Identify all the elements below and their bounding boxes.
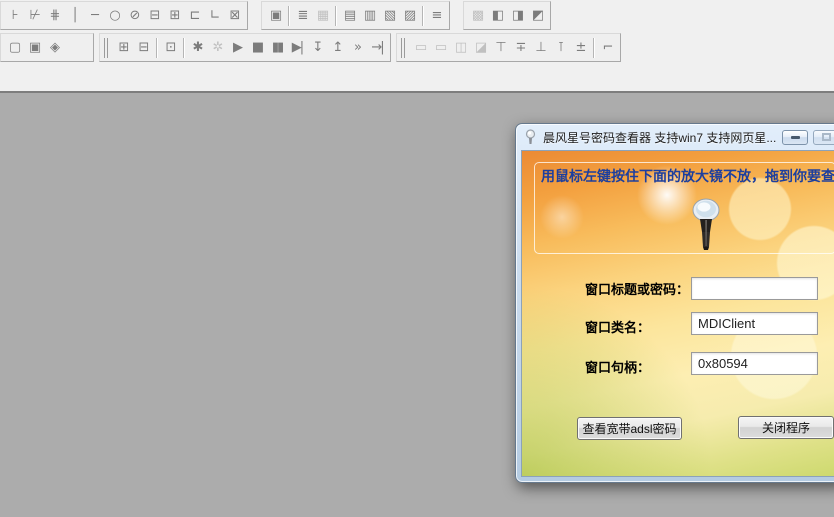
close-program-button[interactable]: 关闭程序 — [738, 416, 834, 439]
toolbar-band-ladder-tools: ⊦⊬⋕│─○⊘⊟⊞⊏∟⊠ — [0, 1, 248, 30]
horizontal-line-icon[interactable]: ─ — [84, 4, 104, 27]
bus-tap-3-icon[interactable]: ⊥ — [530, 36, 550, 59]
watch-register-z-icon[interactable]: ▤ — [339, 4, 359, 27]
cross-reference-list-icon[interactable]: ≡ — [426, 4, 446, 27]
minimize-button[interactable] — [782, 130, 808, 145]
bus-tap-2-icon[interactable]: ∓ — [510, 36, 530, 59]
instruction-box-icon[interactable]: ⊟ — [144, 4, 164, 27]
magnifier-3d-icon[interactable] — [689, 197, 723, 251]
toolbar-separator — [183, 38, 184, 58]
maximize-button[interactable] — [813, 130, 834, 145]
toolbar-band-view-tools: ▣ ≣▦ ▤▥▧▨ ≡ — [261, 1, 450, 30]
project-new-icon[interactable]: ▢ — [4, 36, 24, 59]
maximize-icon — [822, 133, 831, 141]
window-x-icon[interactable]: ◨ — [507, 4, 527, 27]
hand-stop-icon[interactable]: ✲ — [207, 36, 227, 59]
view-adsl-password-button[interactable]: 查看宽带adsl密码 — [577, 417, 682, 440]
toolbar-grip[interactable] — [104, 38, 108, 58]
magnifier-icon — [524, 129, 537, 145]
toolbar-separator — [422, 6, 423, 26]
project-open-icon[interactable]: ▣ — [24, 36, 44, 59]
password-viewer-window: 晨风星号密码查看器 支持win7 支持网页星... 用鼠标左键按住下面的放大镜不… — [515, 123, 834, 483]
watch-register-check-icon[interactable]: ▧ — [379, 4, 399, 27]
toolbar-separator — [156, 38, 157, 58]
instruction-box-alt-icon[interactable]: ⊞ — [164, 4, 184, 27]
run-icon[interactable]: ▶ — [227, 36, 247, 59]
terminal-block-4-icon[interactable]: ◪ — [470, 36, 490, 59]
wire-return-icon[interactable]: ⌐ — [597, 36, 617, 59]
watch-register-minus-icon[interactable]: ▨ — [399, 4, 419, 27]
hand-pause-icon[interactable]: ✱ — [187, 36, 207, 59]
vertical-line-icon[interactable]: │ — [64, 4, 84, 27]
window-check-icon[interactable]: ◩ — [527, 4, 547, 27]
layer-stack-icon[interactable]: ≣ — [292, 4, 312, 27]
fast-run-icon[interactable]: » — [347, 36, 367, 59]
device-transfer-icon[interactable]: ▩ — [467, 4, 487, 27]
ladder-close-contact-icon[interactable]: ⊬ — [24, 4, 44, 27]
toolbar-band-project-tools: ▢▣◈ — [0, 33, 94, 62]
step-run-icon[interactable]: ▶| — [287, 36, 307, 59]
window-title-or-password-input[interactable] — [691, 277, 818, 300]
terminal-block-1-icon[interactable]: ▭ — [410, 36, 430, 59]
bus-tap-1-icon[interactable]: ⊤ — [490, 36, 510, 59]
stop-icon[interactable]: ■ — [247, 36, 267, 59]
screen: ⊦⊬⋕│─○⊘⊟⊞⊏∟⊠ ▣≣▦▤▥▧▨≡ ▩◧◨◩ ▢▣◈ ⊞⊟⊡✱✲▶■▮▮… — [0, 0, 834, 517]
window-title-or-password-label: 窗口标题或密码： — [585, 279, 689, 298]
run-to-end-icon[interactable]: →| — [367, 36, 387, 59]
toolbar-row-1: ⊦⊬⋕│─○⊘⊟⊞⊏∟⊠ ▣ ≣▦ ▤▥▧▨ ≡ ▩◧◨◩ — [0, 1, 551, 30]
window-z-icon[interactable]: ◧ — [487, 4, 507, 27]
delete-line-icon[interactable]: ⊠ — [224, 4, 244, 27]
toolbar-separator — [593, 38, 594, 58]
watch-register-x-icon[interactable]: ▥ — [359, 4, 379, 27]
step-down-icon[interactable]: ↧ — [307, 36, 327, 59]
toolbar-band-window-tools: ▩◧◨◩ — [463, 1, 551, 30]
window-controls — [782, 130, 834, 145]
toolbar-separator — [335, 6, 336, 26]
ladder-parallel-contact-icon[interactable]: ⋕ — [44, 4, 64, 27]
toolbar-grip[interactable] — [401, 38, 405, 58]
project-convert-icon[interactable]: ◈ — [44, 36, 64, 59]
window-class-label: 窗口类名： — [585, 317, 650, 336]
toolbar-separator — [288, 6, 289, 26]
dialog-client-area: 用鼠标左键按住下面的放大镜不放，拖到你要查看密码的 窗口标题或密码： 窗口类名：… — [521, 150, 834, 477]
inverted-coil-icon[interactable]: ⊘ — [124, 4, 144, 27]
corner-line-icon[interactable]: ∟ — [204, 4, 224, 27]
monitor-list-icon[interactable]: ⊡ — [160, 36, 180, 59]
window-handle-label: 窗口句柄： — [585, 357, 650, 376]
terminal-block-2-icon[interactable]: ▭ — [430, 36, 450, 59]
branch-line-icon[interactable]: ⊏ — [184, 4, 204, 27]
bus-tap-5-icon[interactable]: ± — [570, 36, 590, 59]
toolbar-band-wiring-tools: ▭▭◫◪⊤∓⊥⊺±⌐ — [396, 33, 621, 62]
pause-icon[interactable]: ▮▮ — [267, 36, 287, 59]
titlebar[interactable]: 晨风星号密码查看器 支持win7 支持网页星... — [516, 124, 834, 150]
plc-write-icon[interactable]: ⊟ — [133, 36, 153, 59]
window-title: 晨风星号密码查看器 支持win7 支持网页星... — [543, 129, 782, 146]
toolbar-row-2: ▢▣◈ ⊞⊟⊡✱✲▶■▮▮▶|↧↥»→| ▭▭◫◪⊤∓⊥⊺±⌐ — [0, 33, 621, 62]
bus-tap-4-icon[interactable]: ⊺ — [550, 36, 570, 59]
minimize-icon — [791, 136, 800, 139]
step-up-icon[interactable]: ↥ — [327, 36, 347, 59]
instruction-text: 用鼠标左键按住下面的放大镜不放，拖到你要查看密码的 — [541, 166, 834, 186]
plc-read-icon[interactable]: ⊞ — [113, 36, 133, 59]
application-toolbar: ⊦⊬⋕│─○⊘⊟⊞⊏∟⊠ ▣≣▦▤▥▧▨≡ ▩◧◨◩ ▢▣◈ ⊞⊟⊡✱✲▶■▮▮… — [0, 0, 834, 93]
terminal-block-3-icon[interactable]: ◫ — [450, 36, 470, 59]
dot-grid-icon[interactable]: ▦ — [312, 4, 332, 27]
coil-icon[interactable]: ○ — [104, 4, 124, 27]
window-handle-input[interactable] — [691, 352, 818, 375]
window-class-input[interactable] — [691, 312, 818, 335]
toolbar-band-online-tools: ⊞⊟ ⊡ ✱✲▶■▮▮▶|↧↥»→| — [99, 33, 391, 62]
screen-monitor-icon[interactable]: ▣ — [265, 4, 285, 27]
ladder-open-contact-icon[interactable]: ⊦ — [4, 4, 24, 27]
